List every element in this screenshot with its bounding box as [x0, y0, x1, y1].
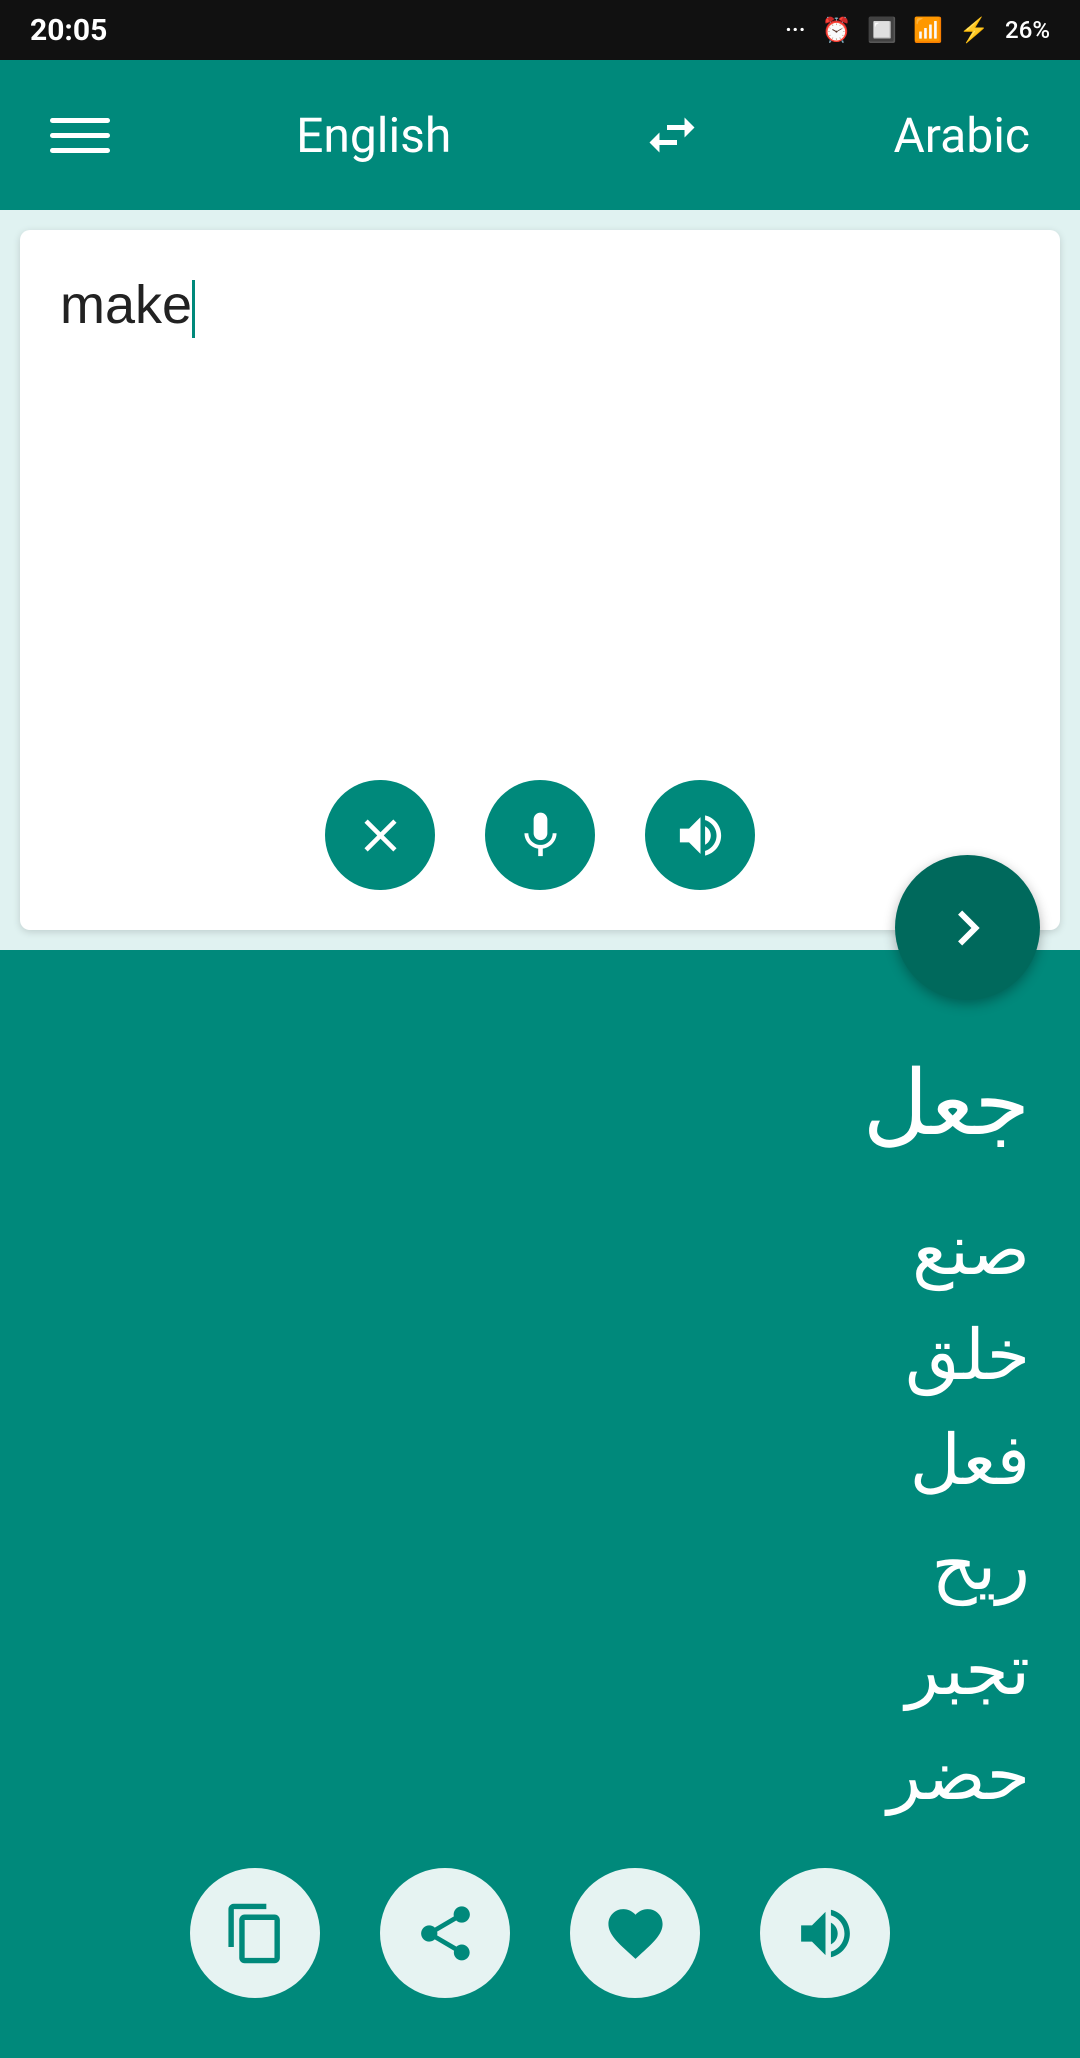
sim-icon: 🔲	[867, 16, 897, 44]
alarm-icon: ⏰	[821, 16, 851, 44]
alt-word-3: فعل	[887, 1408, 1030, 1513]
share-button[interactable]	[380, 1868, 510, 1998]
input-text-value: make	[60, 275, 192, 335]
speak-input-button[interactable]	[645, 780, 755, 890]
output-text-container: جعل صنع خلق فعل ريح تجبر حضر	[50, 990, 1030, 1828]
input-actions	[60, 760, 1020, 890]
speak-output-button[interactable]	[760, 1868, 890, 1998]
alt-word-2: خلق	[887, 1303, 1030, 1408]
alt-word-5: تجبر	[887, 1618, 1030, 1723]
status-bar: 20:05 ··· ⏰ 🔲 📶 ⚡ 26%	[0, 0, 1080, 60]
alt-word-1: صنع	[887, 1198, 1030, 1303]
microphone-button[interactable]	[485, 780, 595, 890]
output-alternatives: صنع خلق فعل ريح تجبر حضر	[887, 1198, 1030, 1828]
output-actions	[50, 1828, 1030, 2018]
alt-word-4: ريح	[887, 1513, 1030, 1618]
more-icon: ···	[785, 16, 805, 44]
output-section: جعل صنع خلق فعل ريح تجبر حضر	[0, 950, 1080, 2058]
source-language[interactable]: English	[296, 107, 451, 164]
swap-languages-button[interactable]	[637, 100, 707, 170]
charging-icon: ⚡	[959, 16, 989, 44]
alt-word-6: حضر	[887, 1723, 1030, 1828]
input-text-display[interactable]: make	[60, 270, 1020, 340]
status-icons: ··· ⏰ 🔲 📶 ⚡ 26%	[785, 16, 1050, 44]
content-wrapper: make	[0, 210, 1080, 2058]
copy-button[interactable]	[190, 1868, 320, 1998]
clear-button[interactable]	[325, 780, 435, 890]
menu-button[interactable]	[50, 118, 110, 153]
navbar: English Arabic	[0, 60, 1080, 210]
target-language[interactable]: Arabic	[893, 107, 1030, 164]
signal-icon: 📶	[913, 16, 943, 44]
translate-button[interactable]	[895, 855, 1040, 1000]
status-time: 20:05	[30, 13, 107, 48]
output-main-translation: جعل	[863, 1050, 1030, 1158]
text-cursor	[192, 280, 195, 338]
favorite-button[interactable]	[570, 1868, 700, 1998]
input-section: make	[20, 230, 1060, 930]
battery-level: 26%	[1005, 16, 1050, 44]
